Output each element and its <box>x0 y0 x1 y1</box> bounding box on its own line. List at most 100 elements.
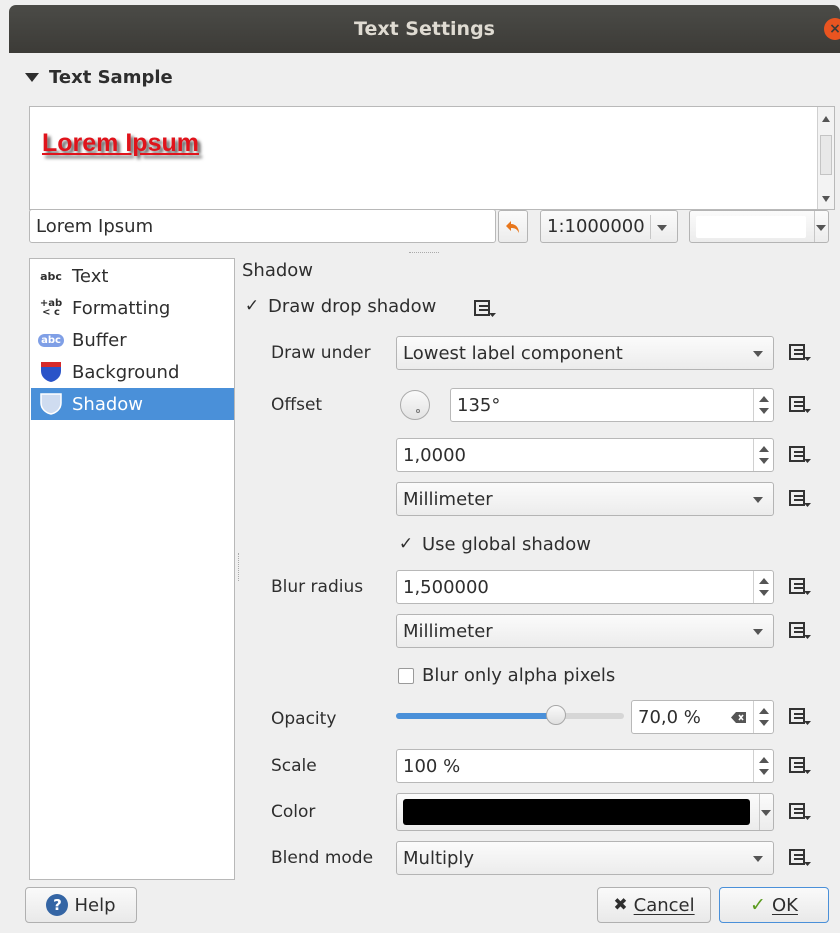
help-button[interactable]: ? Help <box>25 887 137 923</box>
help-button-label: Help <box>74 894 116 916</box>
scroll-thumb[interactable] <box>820 135 832 175</box>
data-defined-override-icon[interactable] <box>787 847 813 869</box>
clear-icon[interactable] <box>731 711 747 724</box>
shadow-color-swatch <box>403 799 750 825</box>
spin-arrows-icon[interactable] <box>753 389 773 421</box>
color-label: Color <box>271 802 316 822</box>
shadow-color-button[interactable] <box>396 793 774 831</box>
data-defined-override-icon[interactable] <box>787 342 813 364</box>
sidebar-item-label: Shadow <box>72 393 144 415</box>
background-icon <box>41 362 61 382</box>
offset-angle-dial[interactable] <box>400 390 430 420</box>
opacity-label: Opacity <box>271 709 337 729</box>
data-defined-override-icon[interactable] <box>787 394 813 416</box>
sidebar-item-shadow[interactable]: Shadow <box>31 388 234 420</box>
preview-text: Lorem Ipsum <box>42 129 199 157</box>
chevron-down-icon <box>657 225 667 231</box>
chevron-down-icon <box>753 497 763 503</box>
cancel-button[interactable]: ✖ Cancel <box>597 887 711 923</box>
sidebar-item-background[interactable]: Background <box>31 356 234 388</box>
data-defined-override-icon[interactable] <box>787 488 813 510</box>
text-sample-preview: Lorem Ipsum <box>29 106 835 210</box>
sidebar-item-label: Formatting <box>72 297 171 319</box>
check-icon: ✓ <box>398 534 414 554</box>
splitter-handle[interactable] <box>238 553 240 581</box>
text-sample-title: Text Sample <box>49 67 173 88</box>
chevron-down-icon <box>761 810 771 816</box>
spin-arrows-icon[interactable] <box>753 439 773 471</box>
checkbox-box <box>398 667 414 684</box>
sidebar-item-formatting[interactable]: +ab < c Formatting <box>31 292 234 324</box>
splitter-handle[interactable] <box>409 252 439 254</box>
sample-text-input[interactable]: Lorem Ipsum <box>29 209 496 243</box>
blur-unit-combo[interactable]: Millimeter <box>396 614 774 648</box>
spin-arrows-icon[interactable] <box>753 701 773 733</box>
draw-under-combo[interactable]: Lowest label component <box>396 336 774 370</box>
sidebar-item-label: Buffer <box>72 329 127 351</box>
blur-only-alpha-label: Blur only alpha pixels <box>422 665 616 686</box>
data-defined-override-icon[interactable] <box>787 576 813 598</box>
blur-only-alpha-checkbox[interactable]: Blur only alpha pixels <box>398 665 615 686</box>
preview-scrollbar[interactable] <box>817 107 834 209</box>
cancel-button-label: Cancel <box>633 894 695 916</box>
offset-unit-combo[interactable]: Millimeter <box>396 482 774 516</box>
opacity-spinbox[interactable]: 70,0 % <box>631 700 774 734</box>
offset-angle-spinbox[interactable]: 135° <box>450 388 774 422</box>
offset-distance-value: 1,0000 <box>403 444 466 466</box>
opacity-value: 70,0 % <box>638 706 701 728</box>
ok-button-label: OK <box>771 894 798 916</box>
data-defined-override-icon[interactable] <box>787 620 813 642</box>
sidebar-item-buffer[interactable]: abc Buffer <box>31 324 234 356</box>
draw-drop-shadow-checkbox[interactable]: ✓ Draw drop shadow <box>244 296 436 317</box>
settings-category-list: abc Text +ab < c Formatting abc Buffer Ba… <box>29 258 235 880</box>
blend-mode-combo[interactable]: Multiply <box>396 841 774 875</box>
window-title: Text Settings <box>354 18 495 40</box>
chevron-down-icon <box>816 225 826 231</box>
scroll-down-icon[interactable] <box>822 196 830 202</box>
collapse-triangle-icon[interactable] <box>25 73 39 82</box>
blur-unit-value: Millimeter <box>403 620 493 642</box>
scale-combo-value: 1:1000000 <box>547 216 645 237</box>
sidebar-item-label: Text <box>72 265 109 287</box>
shadow-icon <box>40 393 62 415</box>
use-global-shadow-checkbox[interactable]: ✓ Use global shadow <box>398 534 591 555</box>
text-settings-dialog: Text Sample Lorem Ipsum Lorem Ipsum 1:10… <box>9 53 840 933</box>
cancel-x-icon: ✖ <box>613 895 628 915</box>
data-defined-override-icon[interactable] <box>787 755 813 777</box>
data-defined-override-icon[interactable] <box>787 444 813 466</box>
offset-distance-spinbox[interactable]: 1,0000 <box>396 438 774 472</box>
data-defined-override-icon[interactable] <box>472 298 498 320</box>
reset-sample-text-button[interactable] <box>498 210 528 243</box>
close-icon[interactable]: × <box>824 18 840 40</box>
sidebar-item-label: Background <box>72 361 180 383</box>
scroll-up-icon[interactable] <box>822 116 830 122</box>
opacity-slider-fill <box>396 713 556 719</box>
text-sample-section-header[interactable]: Text Sample <box>25 67 173 88</box>
background-color-button[interactable] <box>689 210 829 243</box>
data-defined-override-icon[interactable] <box>787 801 813 823</box>
blur-radius-value: 1,500000 <box>403 576 489 598</box>
sidebar-item-text[interactable]: abc Text <box>31 260 234 292</box>
buffer-icon: abc <box>38 329 64 351</box>
scale-spinbox[interactable]: 100 % <box>396 749 774 783</box>
chevron-down-icon <box>753 351 763 357</box>
background-color-swatch <box>696 216 806 238</box>
sample-text-input-value: Lorem Ipsum <box>36 215 154 237</box>
spin-arrows-icon[interactable] <box>753 571 773 603</box>
blur-radius-spinbox[interactable]: 1,500000 <box>396 570 774 604</box>
help-icon: ? <box>46 894 69 916</box>
checkmark-icon: ✓ <box>750 894 766 916</box>
opacity-slider[interactable] <box>396 705 624 725</box>
draw-under-value: Lowest label component <box>403 342 623 364</box>
chevron-down-icon <box>753 856 763 862</box>
spin-arrows-icon[interactable] <box>753 750 773 782</box>
ok-button[interactable]: ✓ OK <box>719 887 829 923</box>
data-defined-override-icon[interactable] <box>787 706 813 728</box>
scale-combo[interactable]: 1:1000000 <box>540 210 678 243</box>
opacity-slider-handle[interactable] <box>545 705 566 725</box>
shadow-heading: Shadow <box>242 260 314 281</box>
check-icon: ✓ <box>244 296 260 316</box>
undo-arrow-icon <box>506 220 519 233</box>
blend-mode-value: Multiply <box>403 847 475 869</box>
offset-unit-value: Millimeter <box>403 488 493 510</box>
